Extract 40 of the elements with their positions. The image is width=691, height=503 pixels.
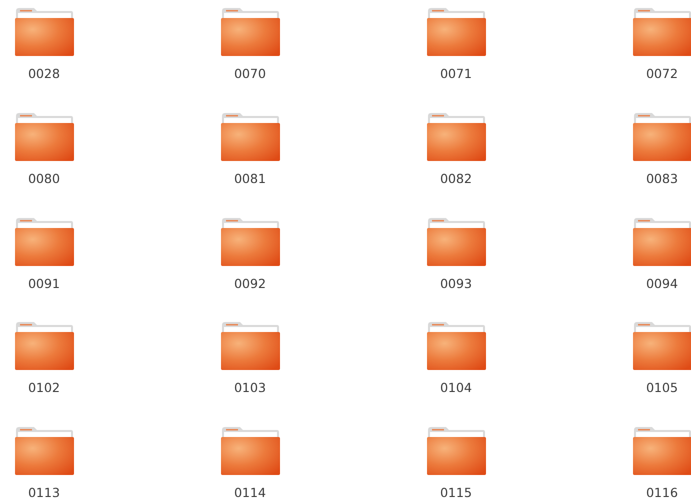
- folder-name: 0072: [646, 66, 678, 82]
- folder-icon[interactable]: [426, 321, 486, 372]
- folder-icon[interactable]: [426, 426, 486, 476]
- folder-icon[interactable]: [220, 321, 280, 372]
- folder-icon[interactable]: [14, 321, 74, 372]
- folder-icon[interactable]: [14, 426, 74, 476]
- folder-name: 0080: [28, 170, 60, 187]
- folder-name: 0113: [28, 485, 60, 502]
- folder-icon[interactable]: [632, 321, 691, 372]
- folder-icon[interactable]: [220, 7, 280, 57]
- folder-name: 0081: [234, 170, 266, 187]
- folder-name: 0114: [234, 485, 266, 502]
- folder-icon[interactable]: [220, 426, 280, 476]
- folder-icon[interactable]: [632, 112, 691, 162]
- folder-icon[interactable]: [426, 7, 486, 57]
- folder-name: 0083: [646, 170, 678, 187]
- folder-name: 0103: [234, 380, 266, 396]
- folder-name: 0105: [646, 380, 678, 396]
- folder-name: 0093: [440, 276, 472, 292]
- folder-name: 0115: [440, 485, 472, 502]
- folder-icon[interactable]: [14, 7, 74, 57]
- folder-name: 0028: [28, 66, 60, 82]
- folder-name: 0091: [28, 276, 60, 292]
- folder-icon[interactable]: [14, 112, 74, 162]
- folder-icon[interactable]: [220, 112, 280, 162]
- folder-icon[interactable]: [426, 112, 486, 162]
- folder-name: 0082: [440, 170, 472, 187]
- folder-name: 0070: [234, 66, 266, 82]
- folder-name: 0102: [28, 380, 60, 396]
- folder-icon[interactable]: [632, 216, 691, 267]
- folder-name: 0092: [234, 276, 266, 292]
- folder-icon[interactable]: [220, 216, 280, 267]
- folder-name: 0094: [646, 276, 678, 292]
- folder-name: 0116: [646, 485, 678, 502]
- folder-icon[interactable]: [426, 216, 486, 267]
- folder-name: 0071: [440, 66, 472, 82]
- folder-icon[interactable]: [632, 7, 691, 57]
- folder-name: 0104: [440, 380, 472, 396]
- folder-icon[interactable]: [14, 216, 74, 267]
- folder-icon[interactable]: [632, 426, 691, 476]
